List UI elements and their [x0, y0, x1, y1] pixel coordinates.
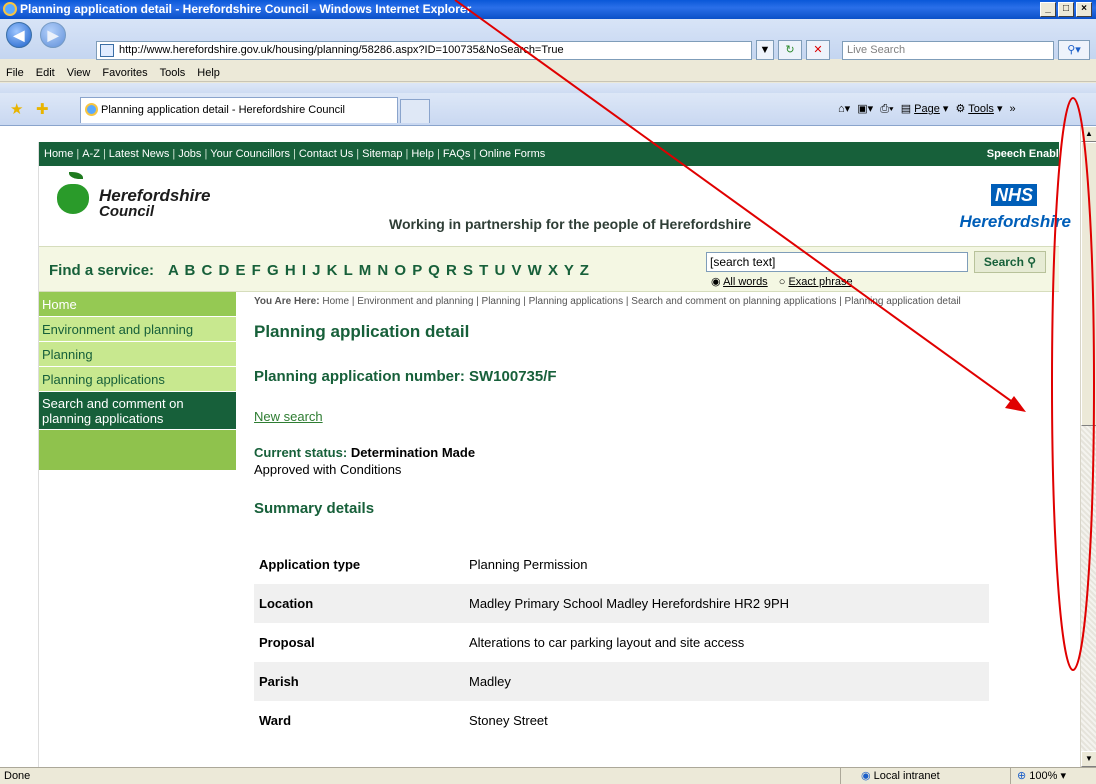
- nav-latest-news[interactable]: Latest News: [109, 148, 170, 160]
- site-search-input[interactable]: [search text]: [706, 252, 968, 272]
- tab-title: Planning application detail - Herefordsh…: [101, 104, 345, 116]
- status-bar: Done ◉ Local intranet ⊕ 100% ▾: [0, 767, 1096, 784]
- menu-edit[interactable]: Edit: [30, 62, 61, 84]
- zoom-control[interactable]: ⊕ 100% ▾: [1010, 768, 1066, 784]
- table-row: Application type Planning Permission: [259, 557, 588, 572]
- zoom-icon: ⊕: [1017, 770, 1027, 782]
- table-row: Proposal Alterations to car parking layou…: [259, 635, 745, 650]
- new-search-link[interactable]: New search: [254, 409, 323, 424]
- sidebar-item-environment[interactable]: Environment and planning: [39, 317, 236, 342]
- command-bar: ⌂▾ ▣▾ ⎙▾ ▤ Page ▾ ⚙ Tools ▾ »: [838, 93, 1020, 126]
- scroll-down-button[interactable]: ▼: [1081, 751, 1096, 767]
- nhs-herefordshire-text: Herefordshire: [959, 212, 1071, 231]
- sidebar-item-planning[interactable]: Planning: [39, 342, 236, 367]
- nav-help[interactable]: Help: [411, 148, 434, 160]
- search-mode-radios: ◉ All words ○ Exact phrase: [711, 275, 861, 288]
- page-icon: [100, 44, 114, 57]
- window-title: Planning application detail - Herefordsh…: [20, 2, 472, 16]
- favorites-bar: ★ ✚ Planning application detail - Herefo…: [0, 93, 1096, 126]
- maximize-button[interactable]: □: [1058, 2, 1074, 17]
- current-status: Current status: Determination Made Appro…: [254, 445, 476, 477]
- table-row: Ward Stoney Street: [259, 713, 548, 728]
- web-page: Home | A-Z | Latest News | Jobs | Your Councillo…: [38, 142, 1071, 767]
- application-number: Planning application number: SW100735/F: [254, 368, 557, 385]
- council-logo[interactable]: Herefordshire Council: [99, 187, 210, 220]
- status-text: Done: [4, 770, 31, 782]
- page-menu[interactable]: ▤ Page ▾: [901, 103, 949, 115]
- table-row: Parish Madley: [254, 662, 989, 701]
- print-icon[interactable]: ⎙▾: [880, 103, 893, 115]
- page-title: Planning application detail: [254, 322, 470, 341]
- add-favorite-icon[interactable]: ✚: [36, 100, 49, 118]
- nav-home[interactable]: Home: [44, 148, 73, 160]
- breadcrumb[interactable]: You Are Here: Home | Environment and pla…: [254, 295, 1054, 308]
- site-header: Herefordshire Council Working in partner…: [39, 166, 1071, 246]
- sidebar-item-home[interactable]: Home: [39, 292, 236, 317]
- address-dropdown-button[interactable]: ▼: [756, 40, 774, 60]
- table-row: Location Madley Primary School Madley Her…: [254, 584, 989, 623]
- sidebar-filler: [39, 430, 236, 470]
- menu-tools[interactable]: Tools: [154, 62, 192, 84]
- nav-jobs[interactable]: Jobs: [178, 148, 201, 160]
- nav-contact-us[interactable]: Contact Us: [299, 148, 353, 160]
- globe-icon: ◉: [861, 770, 871, 782]
- a-z-letters[interactable]: A B C D E F G H I J K L M N O P Q R S T …: [168, 262, 590, 279]
- tab-current[interactable]: Planning application detail - Herefordsh…: [80, 97, 398, 123]
- sidebar-item-planning-applications[interactable]: Planning applications: [39, 367, 236, 392]
- nav-online-forms[interactable]: Online Forms: [479, 148, 545, 160]
- nav-your-councillors[interactable]: Your Councillors: [210, 148, 290, 160]
- vertical-scrollbar[interactable]: ▲ ▼: [1080, 126, 1096, 767]
- ie-logo-icon: [3, 2, 17, 16]
- magnifier-icon: ⚲: [1027, 255, 1037, 269]
- radio-all-words[interactable]: ◉ All words: [711, 276, 768, 288]
- stop-icon[interactable]: ✕: [806, 40, 830, 60]
- address-input[interactable]: http://www.herefordshire.gov.uk/housing/…: [96, 41, 752, 60]
- forward-button[interactable]: ▶: [40, 22, 66, 48]
- nav-a-z[interactable]: A-Z: [82, 148, 100, 160]
- menu-bar: File Edit View Favorites Tools Help: [0, 62, 1096, 82]
- find-service-label: Find a service:: [49, 262, 155, 279]
- close-window-button[interactable]: ×: [1076, 2, 1092, 17]
- main-content: You Are Here: Home | Environment and pla…: [254, 292, 1054, 740]
- favorites-star-icon[interactable]: ★: [10, 100, 23, 118]
- nav-sitemap[interactable]: Sitemap: [362, 148, 402, 160]
- nhs-logo: NHS: [990, 184, 1037, 206]
- refresh-icon[interactable]: ↻: [778, 40, 802, 60]
- live-search-input[interactable]: Live Search: [842, 41, 1054, 60]
- scroll-up-button[interactable]: ▲: [1081, 126, 1096, 142]
- menu-help[interactable]: Help: [191, 62, 226, 84]
- summary-table: Application type Planning Permission Loca…: [254, 545, 989, 740]
- site-tagline: Working in partnership for the people of…: [389, 216, 752, 232]
- radio-exact-phrase[interactable]: ○ Exact phrase: [779, 276, 853, 288]
- site-top-nav: Home | A-Z | Latest News | Jobs | Your Councillo…: [39, 142, 1065, 166]
- new-tab-button[interactable]: [400, 99, 430, 123]
- feeds-icon[interactable]: ▣▾: [857, 103, 873, 115]
- tools-menu[interactable]: ⚙ Tools ▾: [956, 103, 1003, 115]
- menu-file[interactable]: File: [0, 62, 30, 84]
- back-button[interactable]: ◀: [6, 22, 32, 48]
- speech-enable-link[interactable]: Speech Enable: [987, 142, 1065, 166]
- council-apple-logo-icon[interactable]: [57, 172, 89, 214]
- browser-viewport: Home | A-Z | Latest News | Jobs | Your Councillo…: [0, 126, 1080, 767]
- sidebar: Home Environment and planning Planning P…: [39, 292, 236, 470]
- nav-faqs[interactable]: FAQs: [443, 148, 471, 160]
- home-icon[interactable]: ⌂▾: [838, 103, 850, 115]
- minimize-button[interactable]: _: [1040, 2, 1056, 17]
- site-search-button[interactable]: Search ⚲: [974, 251, 1046, 273]
- summary-heading: Summary details: [254, 500, 375, 517]
- security-zone[interactable]: ◉ Local intranet: [840, 768, 1000, 784]
- menu-favorites[interactable]: Favorites: [96, 62, 153, 84]
- scroll-thumb[interactable]: [1081, 142, 1096, 426]
- menu-view[interactable]: View: [61, 62, 97, 84]
- ie-tab-icon: [85, 103, 98, 116]
- window-title-bar: Planning application detail - Herefordsh…: [0, 0, 1096, 19]
- sidebar-item-search-comment[interactable]: Search and comment on planning applicati…: [39, 392, 236, 430]
- more-chevron-icon[interactable]: »: [1010, 103, 1016, 115]
- find-service-bar: Find a service: A B C D E F G H I J K L M…: [39, 246, 1059, 292]
- address-text: http://www.herefordshire.gov.uk/housing/…: [119, 44, 564, 56]
- search-icon[interactable]: ⚲▾: [1058, 40, 1090, 60]
